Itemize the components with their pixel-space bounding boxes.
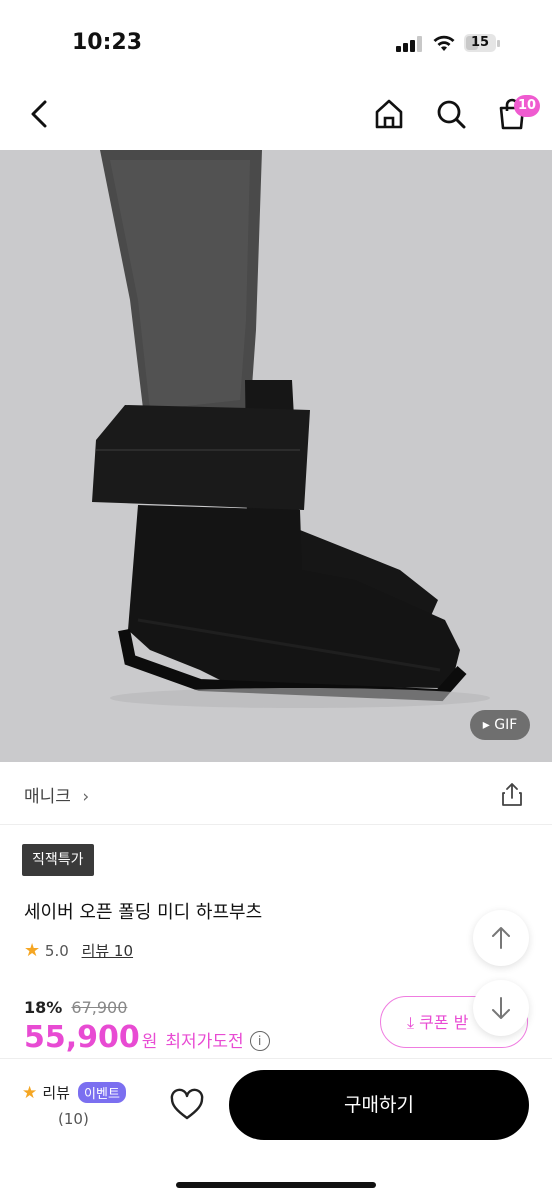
product-image[interactable] [0,150,552,762]
brand-link[interactable]: 매니크 › [24,782,89,807]
coupon-label: 쿠폰 받 [419,1013,469,1032]
event-badge: 이벤트 [78,1082,126,1103]
original-price: 67,900 [71,998,128,1017]
share-icon[interactable] [498,780,526,808]
scroll-bottom-button[interactable] [473,980,529,1036]
heart-icon[interactable] [168,1086,206,1124]
back-icon[interactable] [20,94,60,134]
discount-row: 18% 67,900 [24,998,127,1017]
brand-row: 매니크 › [0,762,552,825]
product-title: 세이버 오픈 폴딩 미디 하프부츠 [24,902,263,923]
review-link[interactable]: 리뷰 10 [82,942,133,960]
price-row: 55,900 원 최저가도전 i [24,1020,270,1055]
discount-percent: 18% [24,998,63,1017]
status-bar: 10:23 15 [0,0,552,80]
battery-level: 15 [470,35,490,50]
boots-illustration [0,150,552,762]
gif-badge[interactable]: ▸ GIF [470,710,530,740]
special-deal-tag: 직잭특가 [22,844,94,876]
chevron-right-icon: › [82,787,90,807]
review-label: 리뷰 [42,1084,70,1102]
download-icon: ⤓ [407,1013,415,1032]
sale-price: 55,900 [24,1020,140,1055]
arrow-up-icon [492,927,510,949]
review-star-icon: ★ [22,1083,38,1103]
buy-button[interactable]: 구매하기 [229,1070,529,1140]
home-indicator [176,1182,376,1188]
battery-icon: 15 [464,34,500,54]
price-challenge: 최저가도전 [165,1032,244,1052]
star-icon: ★ [24,940,41,961]
signal-icon [396,36,422,52]
scroll-top-button[interactable] [473,910,529,966]
currency: 원 [141,1032,158,1052]
home-icon[interactable] [369,94,409,134]
search-icon[interactable] [431,94,471,134]
wifi-icon [433,35,455,51]
rating-row: ★ 5.0 리뷰 10 [24,940,133,961]
play-icon: ▸ [482,717,490,733]
status-time: 10:23 [72,30,143,55]
top-nav [0,80,552,150]
rating-value: 5.0 [44,942,69,960]
cart-count-badge: 10 [514,95,540,117]
arrow-down-icon [492,997,510,1019]
gif-label: GIF [494,717,518,733]
brand-name: 매니크 [24,787,71,807]
review-count: (10) [58,1110,89,1128]
info-icon[interactable]: i [249,1031,270,1051]
